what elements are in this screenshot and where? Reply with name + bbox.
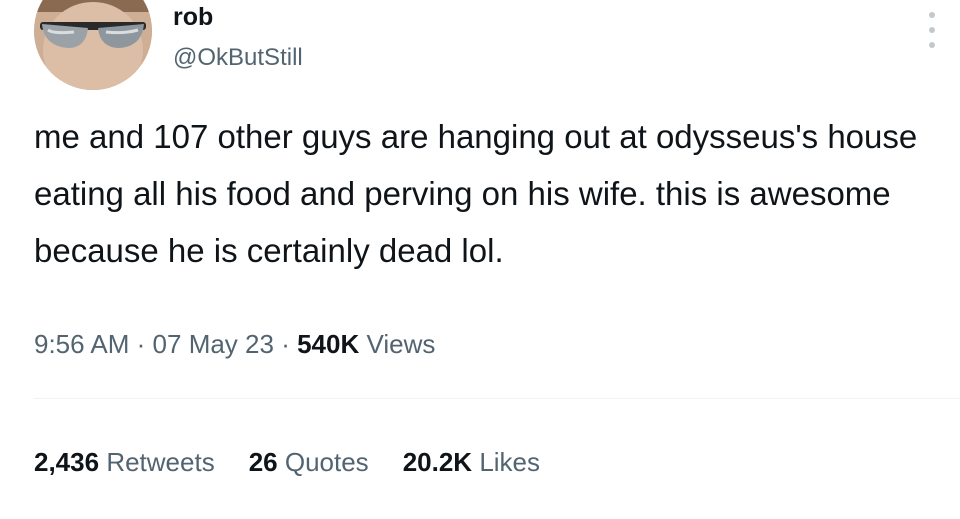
likes-stat[interactable]: 20.2K Likes — [403, 446, 540, 478]
retweets-count: 2,436 — [34, 447, 100, 477]
retweets-stat[interactable]: 2,436 Retweets — [34, 446, 215, 478]
divider — [34, 398, 960, 399]
meta-separator: · — [281, 329, 290, 359]
user-handle[interactable]: @OkButStill — [173, 44, 303, 72]
more-options-icon-dot — [929, 27, 935, 33]
user-display-name[interactable]: rob — [173, 2, 213, 32]
likes-label: Likes — [479, 447, 541, 477]
tweet-meta: 9:56 AM · 07 May 23 · 540K Views — [34, 328, 435, 360]
tweet-time[interactable]: 9:56 AM — [34, 329, 129, 359]
more-options-icon — [929, 12, 935, 18]
tweet-text: me and 107 other guys are hanging out at… — [34, 118, 918, 269]
likes-count: 20.2K — [402, 447, 473, 477]
retweets-label: Retweets — [106, 447, 215, 477]
avatar[interactable] — [34, 0, 152, 90]
tweet-date[interactable]: 07 May 23 — [153, 329, 274, 359]
more-options-icon-dot — [929, 42, 935, 48]
avatar-image — [34, 0, 152, 90]
views-count: 540K — [297, 329, 360, 359]
meta-separator: · — [136, 329, 146, 359]
quotes-stat[interactable]: 26 Quotes — [249, 446, 369, 478]
views-label: Views — [366, 329, 436, 359]
engagement-stats: 2,436 Retweets 26 Quotes 20.2K Likes — [34, 446, 540, 478]
quotes-count: 26 — [248, 447, 278, 477]
quotes-label: Quotes — [284, 447, 369, 477]
more-options-button[interactable] — [920, 10, 944, 50]
tweet-header: rob @OkButStill — [0, 0, 960, 110]
